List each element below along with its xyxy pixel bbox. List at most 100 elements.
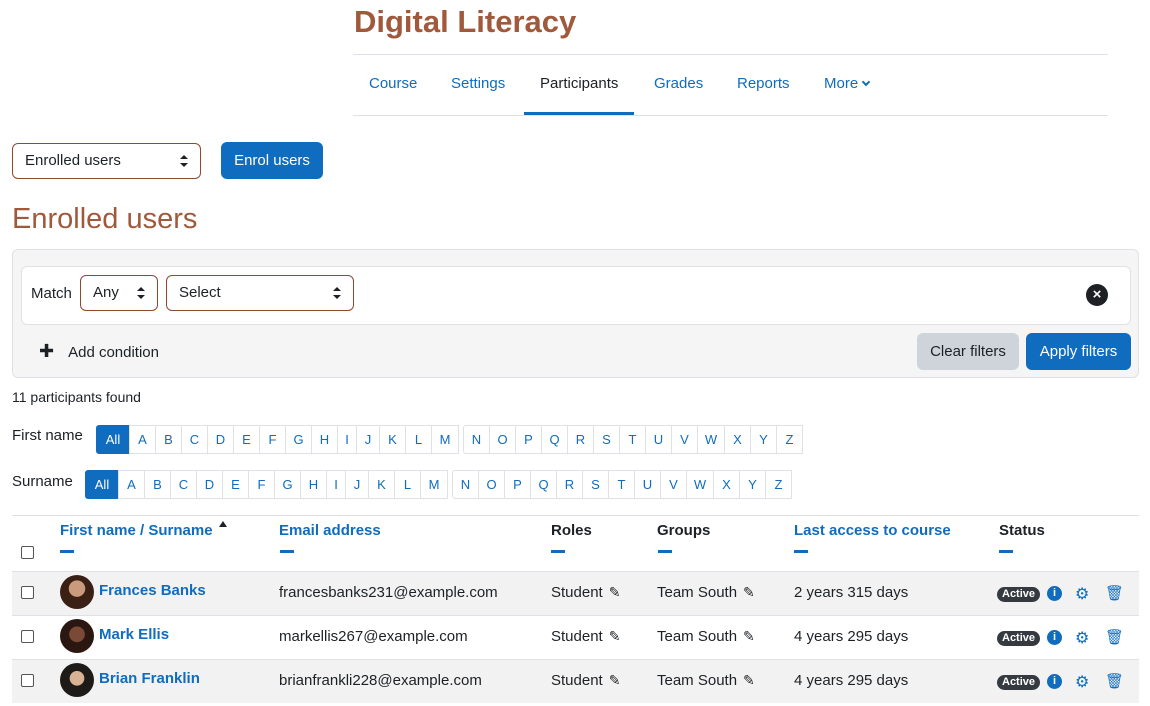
surname-initial-h[interactable]: H [300,470,327,499]
collapse-email-icon[interactable] [280,550,294,553]
first-initial-e[interactable]: E [233,425,260,454]
surname-initial-k[interactable]: K [368,470,395,499]
first-initial-p[interactable]: P [515,425,542,454]
trash-icon[interactable]: 🗑 [1105,584,1124,602]
surname-initial-d[interactable]: D [196,470,223,499]
surname-initial-a[interactable]: A [118,470,145,499]
gear-icon[interactable]: ⚙ [1075,628,1089,648]
first-initial-l[interactable]: L [405,425,432,454]
surname-initial-w[interactable]: W [686,470,714,499]
enrol-users-button[interactable]: Enrol users [221,142,323,179]
gear-icon[interactable]: ⚙ [1075,584,1089,604]
surname-initial-e[interactable]: E [222,470,249,499]
surname-initial-n[interactable]: N [452,470,479,499]
first-initial-j[interactable]: J [356,425,380,454]
surname-initial-p[interactable]: P [504,470,531,499]
first-initial-a[interactable]: A [129,425,156,454]
surname-initial-f[interactable]: F [248,470,275,499]
pencil-icon[interactable]: ✎ [609,628,621,645]
surname-initial-u[interactable]: U [634,470,661,499]
collapse-name-icon[interactable] [60,550,74,553]
first-initial-c[interactable]: C [181,425,208,454]
first-initial-b[interactable]: B [155,425,182,454]
pencil-icon[interactable]: ✎ [743,584,755,601]
tab-grades[interactable]: Grades [638,55,719,115]
enrolment-method-select[interactable]: Enrolled users [12,143,201,179]
participant-name-link[interactable]: Mark Ellis [99,626,169,643]
surname-initial-m[interactable]: M [420,470,448,499]
participant-name-link[interactable]: Frances Banks [99,582,206,599]
pencil-icon[interactable]: ✎ [609,584,621,601]
collapse-last-access-icon[interactable] [794,550,808,553]
first-initial-n[interactable]: N [463,425,490,454]
sort-surname-link[interactable]: Surname [148,522,212,539]
surname-initial-x[interactable]: X [713,470,740,499]
surname-initial-all[interactable]: All [85,470,119,499]
first-initial-v[interactable]: V [671,425,698,454]
sort-last-access-link[interactable]: Last access to course [794,522,951,539]
first-initial-o[interactable]: O [489,425,516,454]
add-condition-button[interactable]: ✚ Add condition [39,341,159,362]
first-initial-f[interactable]: F [259,425,286,454]
first-initial-u[interactable]: U [645,425,672,454]
first-initial-q[interactable]: Q [541,425,568,454]
surname-initial-t[interactable]: T [608,470,635,499]
first-initial-m[interactable]: M [431,425,459,454]
surname-initial-z[interactable]: Z [765,470,792,499]
surname-initial-g[interactable]: G [274,470,301,499]
tab-settings[interactable]: Settings [435,55,521,115]
tab-course[interactable]: Course [353,55,433,115]
first-initial-x[interactable]: X [724,425,751,454]
surname-initial-v[interactable]: V [660,470,687,499]
tab-reports[interactable]: Reports [721,55,806,115]
surname-initial-l[interactable]: L [394,470,421,499]
surname-initial-o[interactable]: O [478,470,505,499]
info-icon[interactable]: i [1047,674,1062,689]
row-checkbox[interactable] [21,586,34,599]
clear-filters-button[interactable]: Clear filters [917,333,1019,370]
first-initial-s[interactable]: S [593,425,620,454]
participant-name-link[interactable]: Brian Franklin [99,670,200,687]
pencil-icon[interactable]: ✎ [743,672,755,689]
select-all-checkbox[interactable] [21,546,34,559]
surname-initial-i[interactable]: I [326,470,346,499]
collapse-status-icon[interactable] [999,550,1013,553]
first-initial-h[interactable]: H [311,425,338,454]
first-initial-d[interactable]: D [207,425,234,454]
surname-initial-q[interactable]: Q [530,470,557,499]
tab-participants[interactable]: Participants [524,55,635,115]
surname-initial-c[interactable]: C [170,470,197,499]
close-icon[interactable]: × [1086,284,1108,306]
sort-email-link[interactable]: Email address [279,522,381,539]
surname-initial-j[interactable]: J [345,470,369,499]
first-initial-w[interactable]: W [697,425,725,454]
first-initial-z[interactable]: Z [776,425,803,454]
row-checkbox[interactable] [21,630,34,643]
first-initial-r[interactable]: R [567,425,594,454]
surname-initial-y[interactable]: Y [739,470,766,499]
collapse-groups-icon[interactable] [658,550,672,553]
first-initial-k[interactable]: K [379,425,406,454]
trash-icon[interactable]: 🗑 [1105,672,1124,690]
first-initial-all[interactable]: All [96,425,130,454]
surname-initial-r[interactable]: R [556,470,583,499]
first-initial-g[interactable]: G [285,425,312,454]
pencil-icon[interactable]: ✎ [609,672,621,689]
first-initial-i[interactable]: I [337,425,357,454]
collapse-roles-icon[interactable] [551,550,565,553]
filter-type-select[interactable]: Select [166,275,354,311]
row-checkbox[interactable] [21,674,34,687]
gear-icon[interactable]: ⚙ [1075,672,1089,692]
first-initial-y[interactable]: Y [750,425,777,454]
match-select[interactable]: Any [80,275,158,311]
apply-filters-button[interactable]: Apply filters [1026,333,1131,370]
sort-first-name-link[interactable]: First name [60,522,136,539]
info-icon[interactable]: i [1047,586,1062,601]
tab-more[interactable]: More [808,55,885,115]
surname-initial-s[interactable]: S [582,470,609,499]
pencil-icon[interactable]: ✎ [743,628,755,645]
trash-icon[interactable]: 🗑 [1105,628,1124,646]
surname-initial-b[interactable]: B [144,470,171,499]
info-icon[interactable]: i [1047,630,1062,645]
first-initial-t[interactable]: T [619,425,646,454]
